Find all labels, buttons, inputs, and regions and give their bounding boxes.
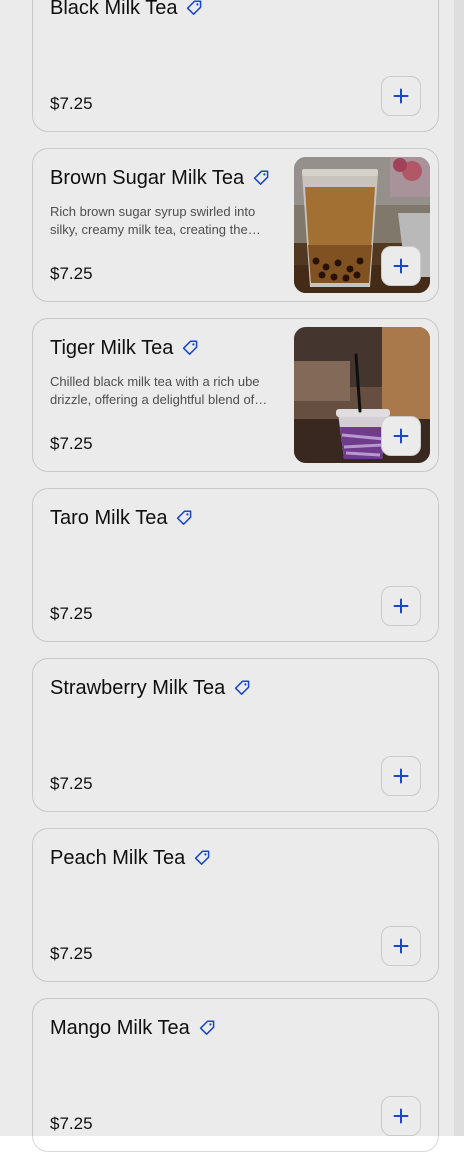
modal-backdrop-overlay[interactable] [0,0,464,1136]
